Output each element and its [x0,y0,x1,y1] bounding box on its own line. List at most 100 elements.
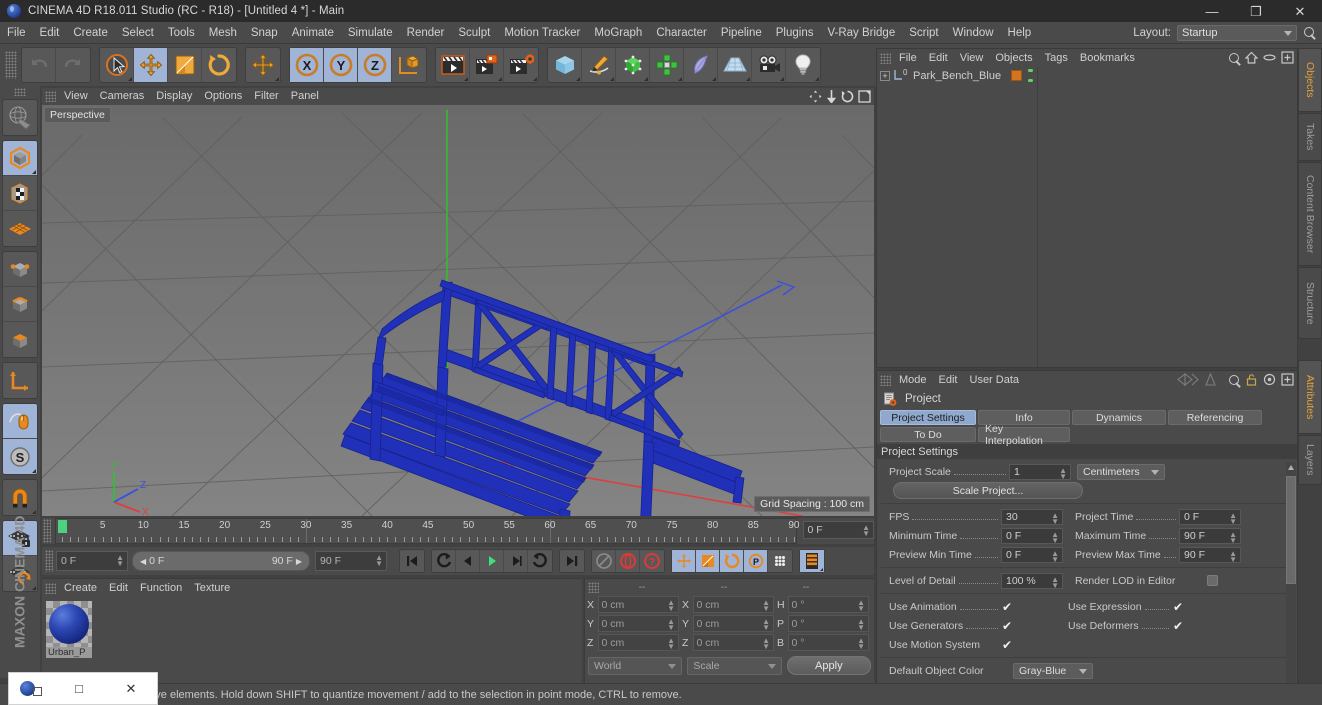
menu-select[interactable]: Select [115,22,161,44]
viewport-canvas[interactable]: Perspective Grid Spacing : 100 cm Y X Z [42,105,874,516]
rotate-view-icon[interactable] [841,90,854,103]
material-menu-edit[interactable]: Edit [103,579,134,597]
timeline-mode-button[interactable] [800,550,824,572]
spinner-icon[interactable]: ▲ ▼ [1051,575,1059,589]
menu-character[interactable]: Character [649,22,714,44]
menu-render[interactable]: Render [400,22,452,44]
pan-icon[interactable] [809,90,822,103]
world-object-coordinate-button[interactable] [392,48,426,82]
timeline-ruler[interactable]: 0 5 10 15 20 25 30 35 40 45 50 55 60 65 70 75 80 85 90 [54,518,800,544]
edge-mode-button[interactable] [3,287,37,322]
edge-tab-layers[interactable]: Layers [1298,435,1322,485]
input-project-time[interactable]: 0 F ▲ ▼ [1179,508,1241,525]
edge-tab-takes[interactable]: Takes [1298,113,1322,161]
rotate-tool-button[interactable] [202,48,236,82]
expand-toggle-icon[interactable]: + [880,70,890,81]
add-generator-button[interactable] [616,48,650,82]
search-icon[interactable] [1227,51,1240,64]
attributes-scrollbar[interactable] [1286,462,1296,699]
tab-dynamics[interactable]: Dynamics [1072,410,1166,425]
spinner-icon[interactable]: ▲ ▼ [762,637,770,651]
spinner-icon[interactable]: ▲ ▼ [762,599,770,613]
spinner-icon[interactable]: ▲ ▼ [857,599,865,613]
coord-input-size-z[interactable]: 0 cm ▲ ▼ [692,634,774,651]
spinner-icon[interactable]: ▲ ▼ [857,618,865,632]
step-forward-button[interactable] [504,550,528,572]
spinner-icon[interactable]: ▲ ▼ [1229,511,1237,525]
texture-mode-button[interactable] [3,176,37,211]
checkbox-use-generators[interactable]: ✔ [1001,620,1013,632]
menu-tools[interactable]: Tools [161,22,202,44]
object-manager-body[interactable]: + 0 Park_Bench_Blue [877,67,1297,367]
scrollbar-thumb[interactable] [1286,476,1296,584]
tab-key-interpolation[interactable]: Key Interpolation [978,423,1070,447]
menu-pipeline[interactable]: Pipeline [714,22,769,44]
coord-input-rot-p[interactable]: 0 ° ▲ ▼ [787,615,869,632]
render-to-picture-viewer-button[interactable] [470,48,504,82]
search-icon[interactable] [1227,373,1240,386]
spinner-icon[interactable]: ▲ ▼ [1229,549,1237,563]
live-selection-button[interactable] [100,48,134,82]
lock-icon[interactable] [1245,373,1258,386]
add-spline-button[interactable] [582,48,616,82]
spinner-icon[interactable]: ▲ ▼ [1051,549,1059,563]
spinner-icon[interactable]: ▲ ▼ [1051,511,1059,525]
menu-file[interactable]: File [0,22,33,44]
editor-visibility-dot[interactable] [1027,69,1033,72]
viewport-menu-panel[interactable]: Panel [285,88,325,105]
viewport-menu-view[interactable]: View [58,88,94,105]
object-menu-file[interactable]: File [893,49,923,67]
menu-mesh[interactable]: Mesh [202,22,244,44]
add-environment-button[interactable] [718,48,752,82]
menu-simulate[interactable]: Simulate [341,22,400,44]
spinner-icon[interactable]: ▲ ▼ [862,524,870,538]
apply-button[interactable]: Apply [786,656,871,675]
menu-help[interactable]: Help [1001,22,1039,44]
step-back-button[interactable] [456,550,480,572]
scale-project-button[interactable]: Scale Project... [893,482,1083,499]
input-level-of-detail[interactable]: 100 % ▲ ▼ [1001,572,1063,589]
input-preview-min-time[interactable]: 0 F ▲ ▼ [1001,546,1063,563]
lock-x-axis-button[interactable]: X [290,48,324,82]
attributes-grip[interactable] [880,374,891,386]
taskbar-restore-button[interactable]: □ [53,681,105,696]
record-active-objects-button[interactable] [616,550,640,572]
navigate-back-forward-icon[interactable] [1177,373,1199,386]
viewport-menu-options[interactable]: Options [198,88,248,105]
coordinate-system-dropdown[interactable]: World [588,656,683,675]
close-button[interactable]: ✕ [1278,0,1322,22]
expand-panel-icon[interactable] [1281,373,1294,386]
size-mode-dropdown[interactable]: Scale [687,656,782,675]
menu-mograph[interactable]: MoGraph [587,22,649,44]
home-icon[interactable] [1245,51,1258,64]
range-left-arrow-icon[interactable]: ◀ [140,557,146,566]
playback-grip[interactable] [45,550,53,572]
enable-axis-button[interactable] [3,363,37,398]
coord-input-size-x[interactable]: 0 cm ▲ ▼ [692,596,774,613]
expand-panel-icon[interactable] [1281,51,1294,64]
target-icon[interactable] [1263,373,1276,386]
material-item[interactable]: Urban_P [46,601,92,658]
dolly-icon[interactable] [826,90,837,103]
object-menu-tags[interactable]: Tags [1039,49,1074,67]
render-visibility-dot[interactable] [1027,79,1033,82]
material-menu-texture[interactable]: Texture [188,579,236,597]
autokey-button[interactable] [592,550,616,572]
tab-to-do[interactable]: To Do [880,427,976,442]
menu-create[interactable]: Create [66,22,115,44]
current-frame-input[interactable]: 0 F ▲ ▼ [56,551,128,571]
make-editable-button[interactable] [3,100,37,135]
input-fps[interactable]: 30 ▲ ▼ [1001,508,1063,525]
render-view-button[interactable] [436,48,470,82]
spinner-icon[interactable]: ▲ ▼ [1051,530,1059,544]
menu-plugins[interactable]: Plugins [769,22,821,44]
spinner-icon[interactable]: ▲ ▼ [667,599,675,613]
add-light-button[interactable] [786,48,820,82]
attributes-menu-mode[interactable]: Mode [893,371,933,389]
spinner-icon[interactable]: ▲ ▼ [1059,466,1067,480]
add-cube-button[interactable] [548,48,582,82]
edge-tab-structure[interactable]: Structure [1298,267,1322,339]
menu-script[interactable]: Script [902,22,945,44]
menu-edit[interactable]: Edit [33,22,67,44]
end-frame-input[interactable]: 90 F ▲ ▼ [315,551,387,571]
